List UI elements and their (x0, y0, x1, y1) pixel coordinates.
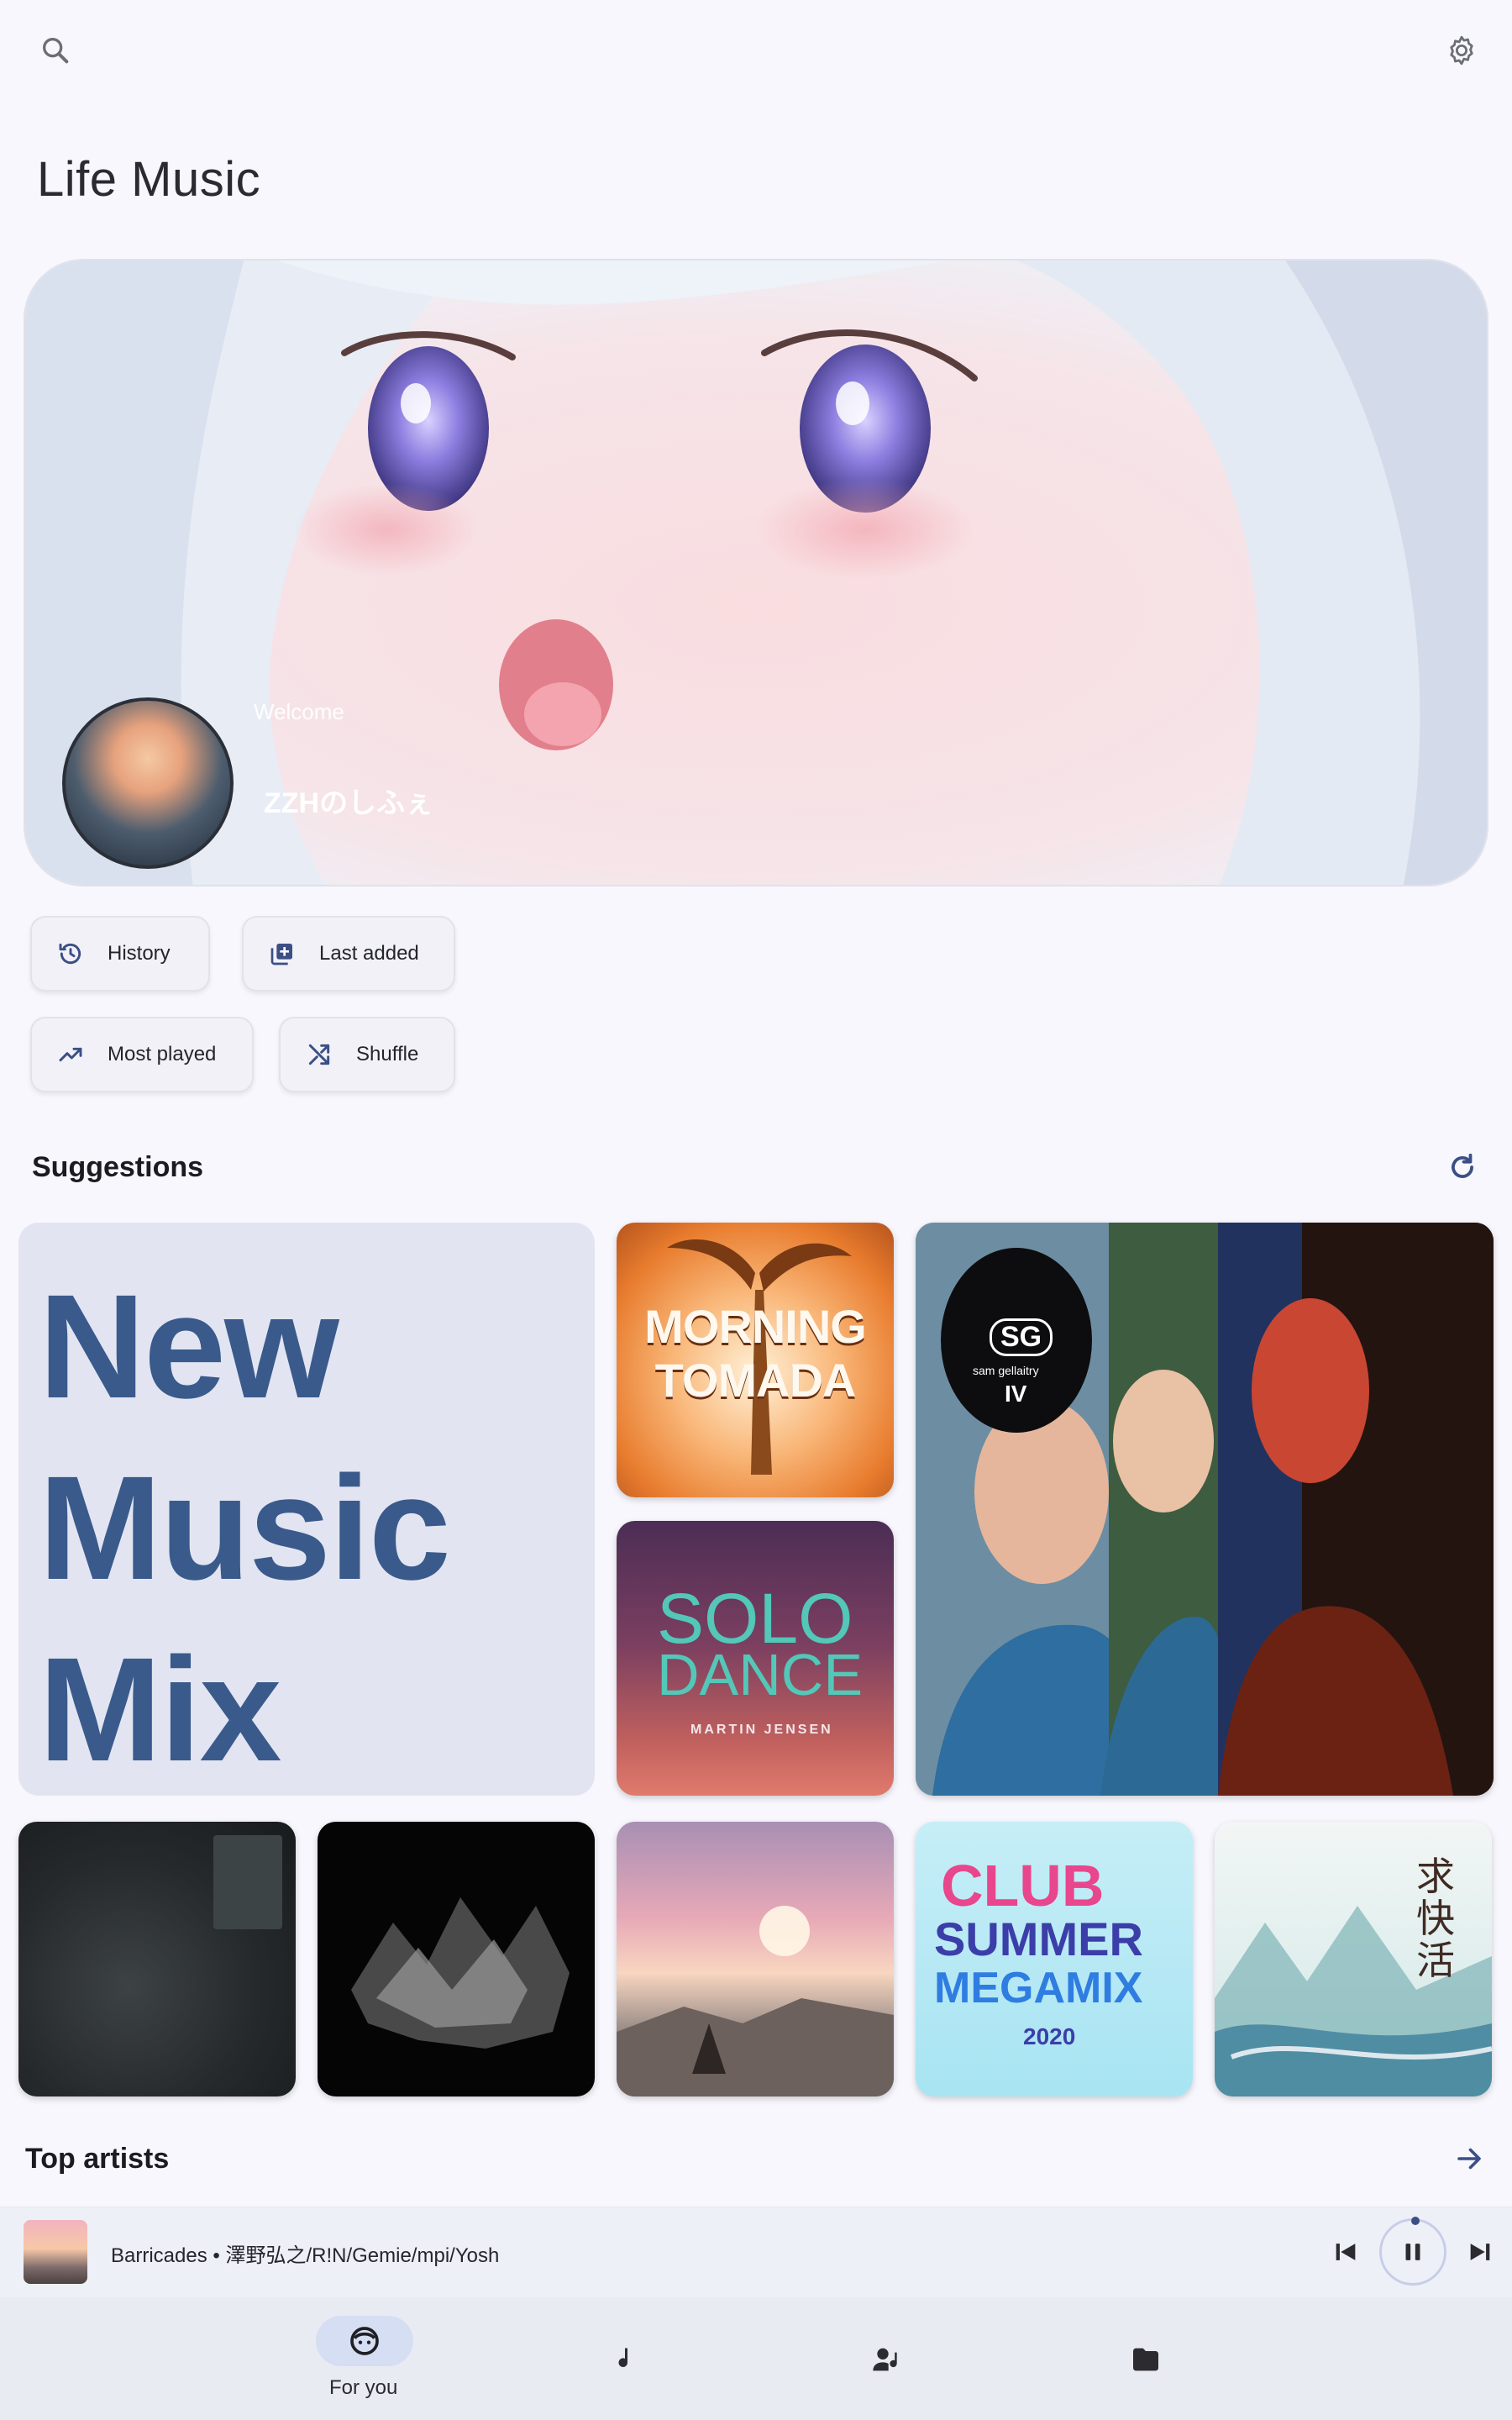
club-line-2: SUMMER (934, 1912, 1143, 1965)
mix-line-1: New (39, 1265, 339, 1429)
club-year: 2020 (1023, 2023, 1076, 2049)
avatar[interactable] (62, 697, 234, 869)
club-line-3: MEGAMIX (934, 1964, 1143, 2012)
nav-for-you-label: For you (329, 2376, 398, 2399)
album-cover-sam-gellaitry[interactable]: SG sam gellaitry IV (916, 1223, 1494, 1796)
qiu-title: 求快活 (1416, 1854, 1455, 1982)
next-button[interactable] (1457, 2228, 1504, 2275)
refresh-button[interactable] (1440, 1144, 1485, 1190)
bottom-navigation (0, 2297, 1512, 2420)
nav-for-you[interactable] (316, 2316, 413, 2366)
search-button[interactable] (30, 25, 81, 76)
refresh-icon (1452, 1153, 1473, 1178)
top-artists-title: Top artists (25, 2143, 170, 2175)
last-added-chip[interactable]: Last added (242, 916, 455, 992)
face-icon (350, 2327, 379, 2355)
nav-artists[interactable] (864, 2336, 911, 2383)
suggestions-title: Suggestions (32, 1151, 204, 1183)
top-artists-more-button[interactable] (1446, 2136, 1492, 2181)
most-played-chip[interactable]: Most played (30, 1017, 254, 1092)
progress-indicator (1411, 2217, 1420, 2225)
folder-icon (1133, 2348, 1158, 2371)
cover-inset-card (213, 1835, 282, 1929)
skip-previous-icon (1336, 2244, 1356, 2260)
settings-button[interactable] (1436, 25, 1487, 76)
history-label: History (108, 942, 171, 965)
music-note-icon (618, 2348, 627, 2367)
arrow-forward-icon (1457, 2148, 1481, 2170)
sg-name: sam gellaitry (973, 1364, 1039, 1377)
now-playing-title[interactable]: Barricades • 澤野弘之/R!N/Gemie/mpi/Yosh (111, 2238, 499, 2268)
solo-dance-title-2: DANCE (657, 1642, 864, 1707)
most-played-label: Most played (108, 1043, 217, 1065)
club-line-1: CLUB (941, 1853, 1105, 1918)
new-music-mix-card[interactable]: New Music Mix (18, 1223, 595, 1796)
album-cover-club-summer[interactable]: CLUB SUMMER MEGAMIX 2020 (916, 1822, 1193, 2096)
solo-dance-artist: MARTIN JENSEN (690, 1723, 833, 1737)
sunset-art (617, 1906, 894, 2096)
username: ZZHのしふぇ (264, 787, 434, 819)
artist-icon (873, 2348, 897, 2371)
album-cover-dark-2[interactable] (318, 1822, 595, 2096)
profile-banner[interactable] (24, 259, 1488, 886)
welcome-text: Welcome (254, 699, 344, 724)
album-cover-barricades[interactable] (617, 1822, 894, 2096)
skip-next-icon (1470, 2244, 1490, 2260)
shuffle-chip[interactable]: Shuffle (279, 1017, 455, 1092)
last-added-label: Last added (319, 942, 419, 965)
nav-songs[interactable] (601, 2336, 648, 2383)
previous-button[interactable] (1322, 2228, 1369, 2275)
nav-folders[interactable] (1122, 2336, 1169, 2383)
banner-artwork (25, 260, 1487, 885)
mix-line-3: Mix (39, 1628, 281, 1792)
sg-number: IV (1005, 1381, 1027, 1407)
album-cover-qiu-kuai-huo[interactable]: 求快活 (1215, 1822, 1492, 2096)
page-title: Life Music (37, 152, 261, 207)
settings-icon (1450, 35, 1473, 66)
album-cover-tomada[interactable]: MORNING TOMADA (617, 1223, 894, 1497)
library-add-icon (270, 944, 292, 965)
tomada-title: MORNING TOMADA (644, 1300, 867, 1407)
play-pause-button[interactable] (1379, 2218, 1446, 2286)
shuffle-icon (308, 1044, 330, 1065)
trending-up-icon (59, 1047, 82, 1062)
history-icon (59, 943, 81, 965)
mix-line-2: Music (39, 1446, 451, 1611)
pause-icon (1405, 2244, 1420, 2260)
album-cover-dark-1[interactable] (18, 1822, 296, 2096)
shard-art (351, 1897, 570, 2049)
album-cover-solo-dance[interactable]: SOLO DANCE MARTIN JENSEN (617, 1521, 894, 1796)
search-icon (43, 38, 69, 64)
shuffle-label: Shuffle (356, 1043, 419, 1065)
now-playing-artwork[interactable] (24, 2220, 87, 2284)
history-chip[interactable]: History (30, 916, 210, 992)
sg-badge: SG sam gellaitry IV (941, 1248, 1092, 1433)
sg-badge-text: SG (990, 1318, 1053, 1356)
